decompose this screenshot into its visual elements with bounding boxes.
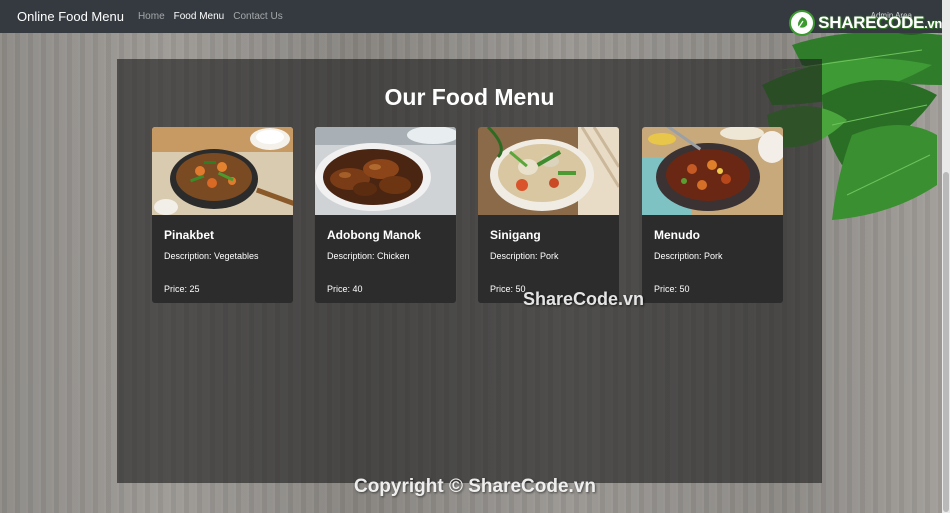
nav-link-contact-us[interactable]: Contact Us bbox=[233, 11, 282, 22]
food-description: Description: Pork bbox=[654, 251, 723, 261]
watermark-middle: ShareCode.vn bbox=[523, 289, 645, 309]
menu-panel: Our Food Menu Pinakbet Description: Vege… bbox=[117, 59, 822, 483]
sharecode-logo-icon bbox=[789, 10, 816, 36]
nav-link-food-menu[interactable]: Food Menu bbox=[174, 11, 225, 22]
food-name: Menudo bbox=[654, 228, 700, 242]
food-card-menudo[interactable]: Menudo Description: Pork Price: 50 bbox=[642, 127, 783, 303]
food-name: Pinakbet bbox=[164, 228, 215, 242]
food-card-adobong-manok[interactable]: Adobong Manok Description: Chicken Price… bbox=[315, 127, 456, 303]
food-name: Adobong Manok bbox=[327, 228, 421, 242]
nav-link-home[interactable]: Home bbox=[138, 11, 165, 22]
food-price: Price: 50 bbox=[490, 284, 526, 294]
page-title: Our Food Menu bbox=[384, 84, 555, 110]
food-price: Price: 40 bbox=[327, 284, 363, 294]
sharecode-logo-text: SHARECODE.vn bbox=[818, 13, 942, 32]
food-image-menudo bbox=[642, 127, 783, 215]
scrollbar-thumb[interactable] bbox=[943, 172, 949, 512]
food-image-pinakbet bbox=[152, 127, 293, 215]
food-image-adobong-manok bbox=[315, 127, 456, 215]
food-description: Description: Pork bbox=[490, 251, 559, 261]
vertical-scrollbar[interactable] bbox=[942, 0, 950, 513]
copyright-watermark: Copyright © ShareCode.vn bbox=[353, 476, 597, 497]
food-price: Price: 25 bbox=[164, 284, 200, 294]
food-card-pinakbet[interactable]: Pinakbet Description: Vegetables Price: … bbox=[152, 127, 293, 303]
food-description: Description: Vegetables bbox=[164, 251, 259, 261]
sharecode-logo: SHARECODE.vn bbox=[789, 9, 942, 37]
food-image-sinigang bbox=[478, 127, 619, 215]
food-name: Sinigang bbox=[490, 228, 541, 242]
food-description: Description: Chicken bbox=[327, 251, 410, 261]
food-card-sinigang[interactable]: Sinigang Description: Pork Price: 50 bbox=[478, 127, 619, 303]
food-price: Price: 50 bbox=[654, 284, 690, 294]
navbar-brand[interactable]: Online Food Menu bbox=[17, 9, 124, 24]
